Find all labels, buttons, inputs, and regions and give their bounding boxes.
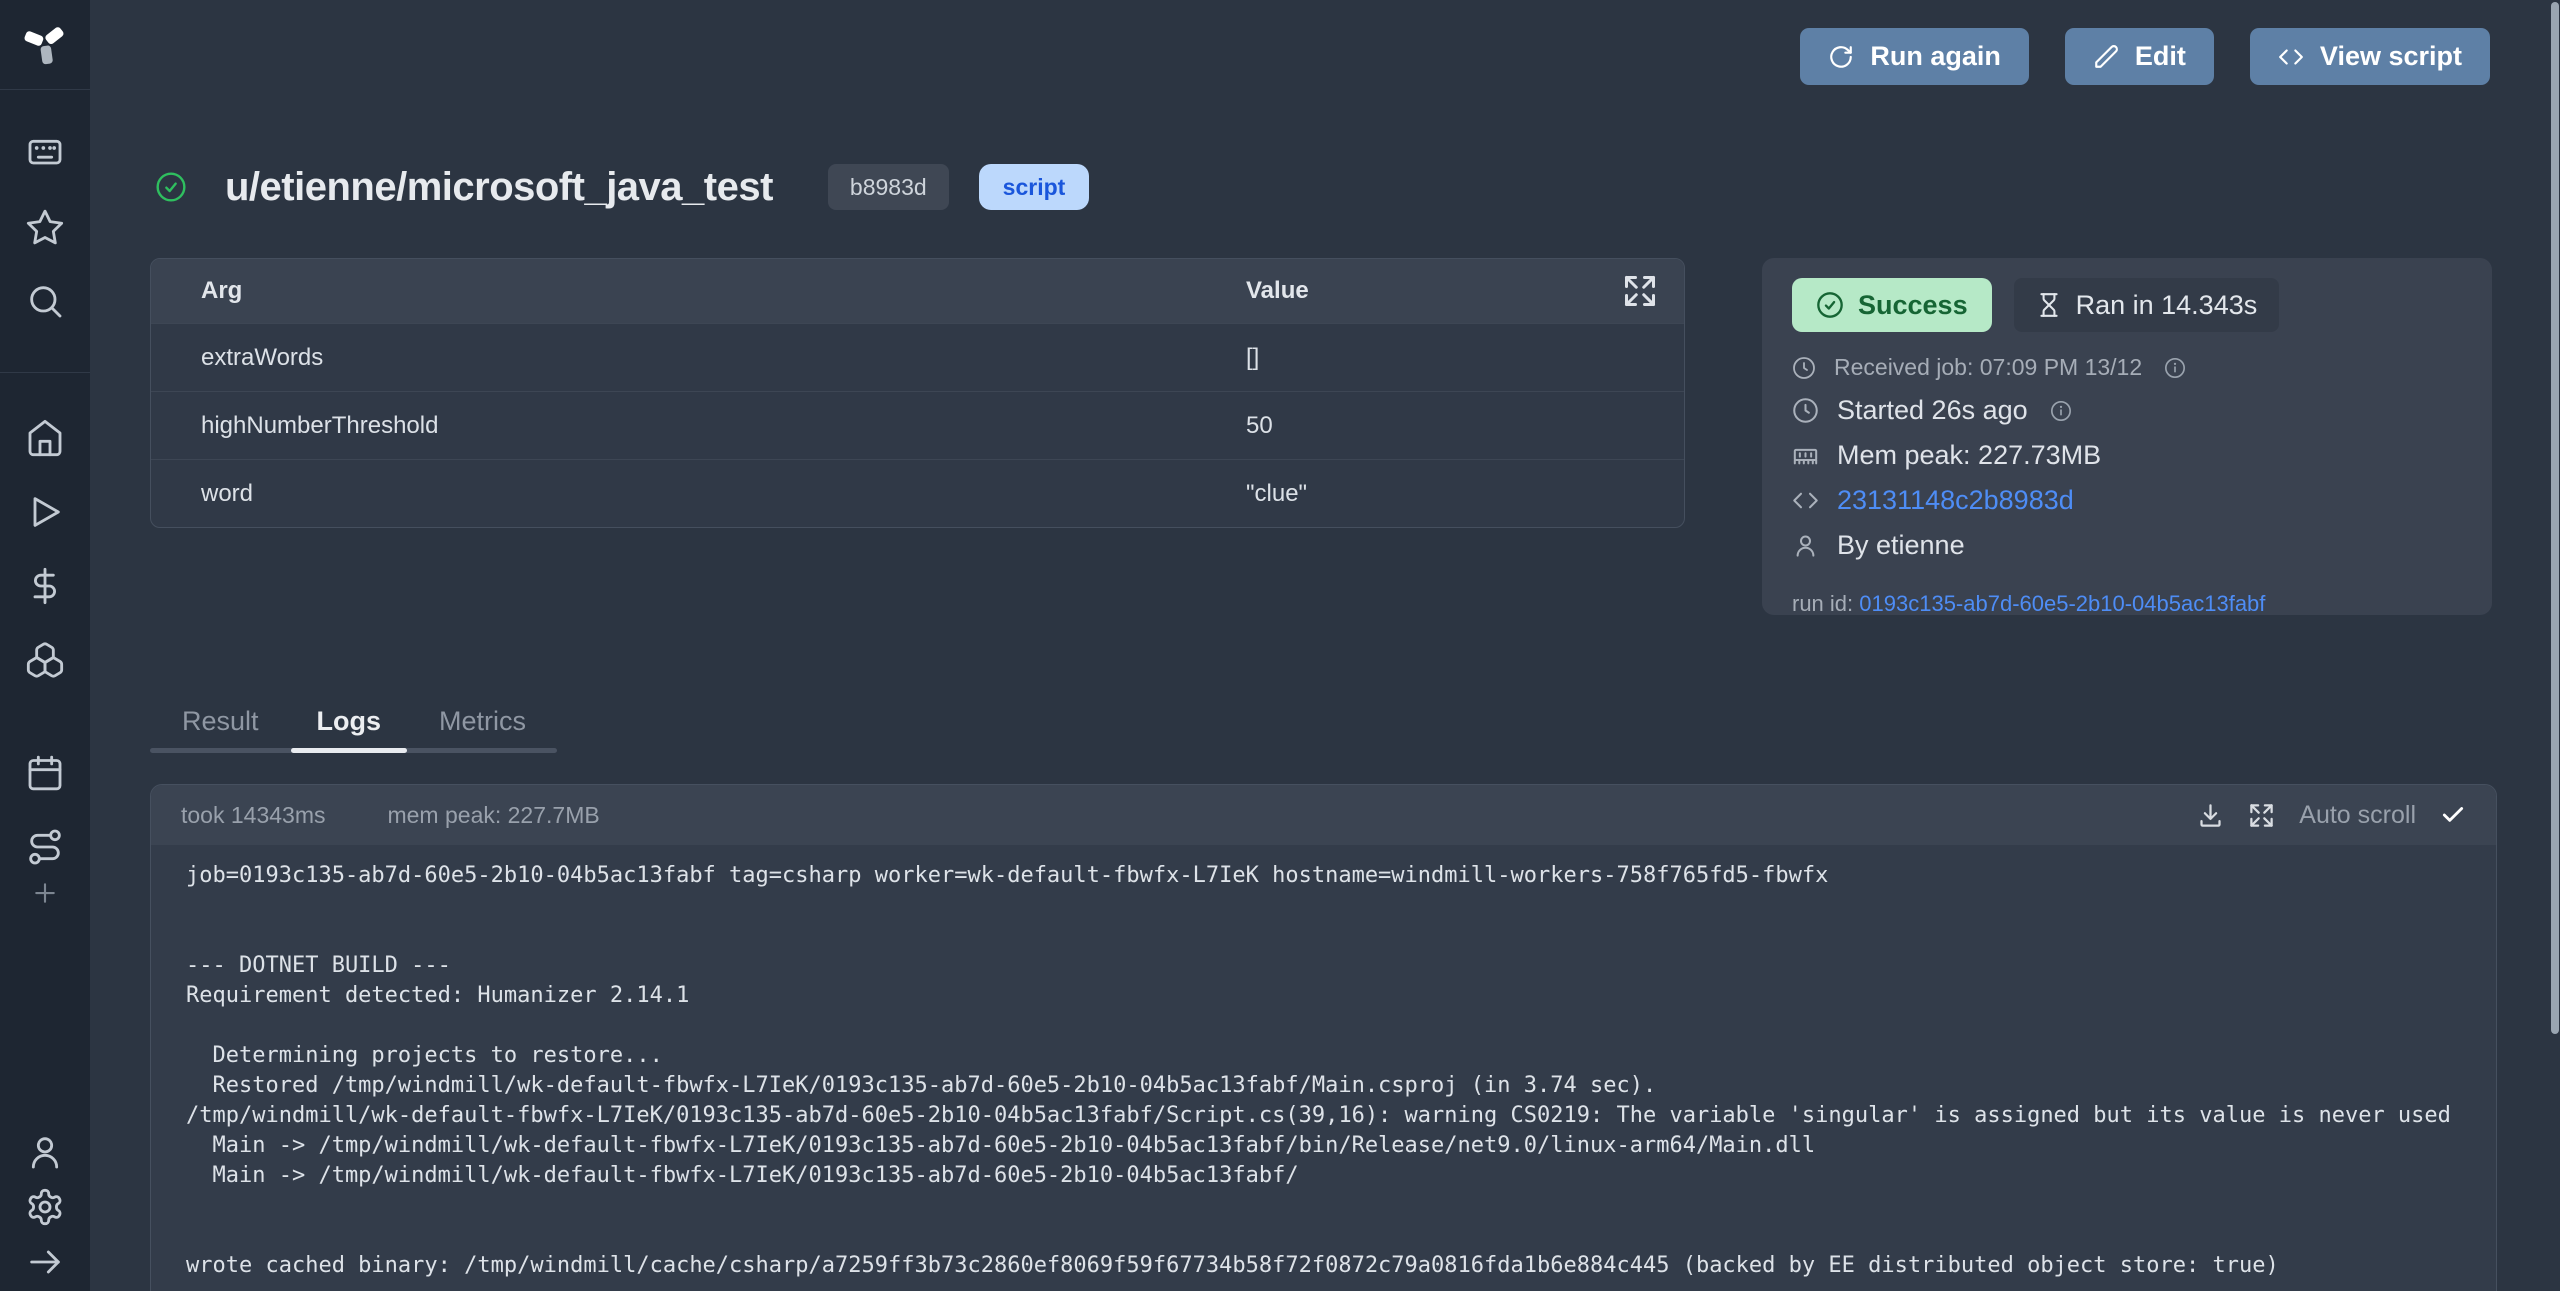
script-kind-badge: script — [979, 164, 1090, 210]
log-took-label: took 14343ms — [181, 802, 325, 829]
script-hash-link[interactable]: 23131148c2b8983d — [1837, 485, 2074, 516]
log-panel-header: took 14343ms mem peak: 227.7MB Auto scro… — [151, 785, 2496, 845]
value-column-header: Value — [1246, 277, 1684, 305]
run-again-label: Run again — [1870, 41, 2001, 72]
arg-name: word — [151, 480, 1246, 508]
autoscroll-checkbox[interactable] — [2440, 802, 2466, 828]
code-icon — [1792, 487, 1819, 514]
arg-name: highNumberThreshold — [151, 412, 1246, 440]
user-icon — [1792, 532, 1819, 559]
table-row: extraWords [] — [151, 323, 1684, 391]
hourglass-icon — [2036, 292, 2062, 318]
pencil-icon — [2093, 44, 2119, 70]
duration-label: Ran in 14.343s — [2076, 290, 2258, 321]
expand-args-icon[interactable] — [1622, 273, 1658, 309]
memory-icon — [1792, 442, 1819, 469]
view-script-button[interactable]: View script — [2250, 28, 2490, 85]
edit-label: Edit — [2135, 41, 2186, 72]
args-table: Arg Value extraWords [] highNumberThresh… — [150, 258, 1685, 528]
started-label: Started 26s ago — [1837, 395, 2028, 426]
log-panel: took 14343ms mem peak: 227.7MB Auto scro… — [150, 784, 2497, 1291]
arg-value: 50 — [1246, 412, 1684, 440]
mem-peak-label: Mem peak: 227.73MB — [1837, 440, 2101, 471]
clock-icon — [1792, 356, 1816, 380]
table-row: word "clue" — [151, 459, 1684, 527]
arg-value: "clue" — [1246, 480, 1684, 508]
args-table-header: Arg Value — [151, 259, 1684, 323]
by-user-row: By etienne — [1792, 530, 2462, 561]
mem-peak-row: Mem peak: 227.73MB — [1792, 440, 2462, 471]
page-title: u/etienne/microsoft_java_test — [225, 165, 773, 210]
windmill-logo-icon[interactable] — [22, 20, 68, 66]
run-id-link[interactable]: 0193c135-ab7d-60e5-2b10-04b5ac13fabf — [1859, 591, 2265, 616]
clock-icon — [1792, 397, 1819, 424]
schedules-calendar-icon[interactable] — [25, 753, 65, 793]
arg-column-header: Arg — [151, 277, 1246, 305]
search-icon[interactable] — [25, 281, 65, 321]
run-again-button[interactable]: Run again — [1800, 28, 2029, 85]
home-icon[interactable] — [25, 418, 65, 458]
view-script-label: View script — [2320, 41, 2462, 72]
edit-button[interactable]: Edit — [2065, 28, 2214, 85]
runs-play-icon[interactable] — [25, 492, 65, 532]
run-id-row: run id: 0193c135-ab7d-60e5-2b10-04b5ac13… — [1792, 591, 2462, 617]
started-row: Started 26s ago — [1792, 395, 2462, 426]
script-hash-row: 23131148c2b8983d — [1792, 485, 2462, 516]
workspace-keyboard-icon[interactable] — [25, 133, 65, 173]
settings-gear-icon[interactable] — [25, 1187, 65, 1227]
sidebar — [0, 0, 90, 1291]
info-icon[interactable] — [2050, 400, 2072, 422]
log-output: job=0193c135-ab7d-60e5-2b10-04b5ac13fabf… — [186, 861, 2496, 1281]
status-badge: Success — [1792, 278, 1992, 332]
refresh-icon — [1828, 44, 1854, 70]
expand-log-icon[interactable] — [2248, 802, 2275, 829]
run-id-label: run id: — [1792, 591, 1853, 616]
tab-logs[interactable]: Logs — [317, 706, 382, 737]
info-icon[interactable] — [2164, 357, 2186, 379]
received-job-row: Received job: 07:09 PM 13/12 — [1792, 354, 2462, 381]
download-log-icon[interactable] — [2197, 802, 2224, 829]
result-tabs: Result Logs Metrics — [150, 706, 557, 753]
success-check-icon — [155, 171, 187, 203]
usage-dollar-icon[interactable] — [25, 566, 65, 606]
arg-value: [] — [1246, 344, 1684, 372]
page-scrollbar-thumb[interactable] — [2551, 2, 2559, 1034]
routes-icon[interactable] — [25, 827, 65, 867]
commit-hash-badge: b8983d — [828, 164, 949, 210]
arg-name: extraWords — [151, 344, 1246, 372]
code-icon — [2278, 44, 2304, 70]
log-mem-peak-label: mem peak: 227.7MB — [387, 802, 599, 829]
circle-check-icon — [1816, 291, 1844, 319]
log-body[interactable]: job=0193c135-ab7d-60e5-2b10-04b5ac13fabf… — [151, 845, 2496, 1281]
sidebar-divider — [0, 89, 90, 90]
resources-boxes-icon[interactable] — [25, 640, 65, 680]
tab-result[interactable]: Result — [182, 706, 259, 737]
title-row: u/etienne/microsoft_java_test b8983d scr… — [155, 158, 1089, 216]
user-icon[interactable] — [25, 1132, 65, 1172]
table-row: highNumberThreshold 50 — [151, 391, 1684, 459]
run-info-panel: Success Ran in 14.343s Received job: 07:… — [1762, 258, 2492, 615]
status-label: Success — [1858, 290, 1968, 321]
received-job-label: Received job: 07:09 PM 13/12 — [1834, 354, 2142, 381]
favorites-star-icon[interactable] — [25, 207, 65, 247]
header-actions: Run again Edit View script — [1800, 28, 2490, 85]
by-user-label: By etienne — [1837, 530, 1965, 561]
duration-chip: Ran in 14.343s — [2014, 278, 2280, 332]
add-icon[interactable] — [30, 878, 60, 908]
expand-sidebar-arrow-icon[interactable] — [25, 1242, 65, 1282]
autoscroll-label: Auto scroll — [2299, 801, 2416, 830]
sidebar-divider — [0, 372, 90, 373]
tab-metrics[interactable]: Metrics — [439, 706, 526, 737]
